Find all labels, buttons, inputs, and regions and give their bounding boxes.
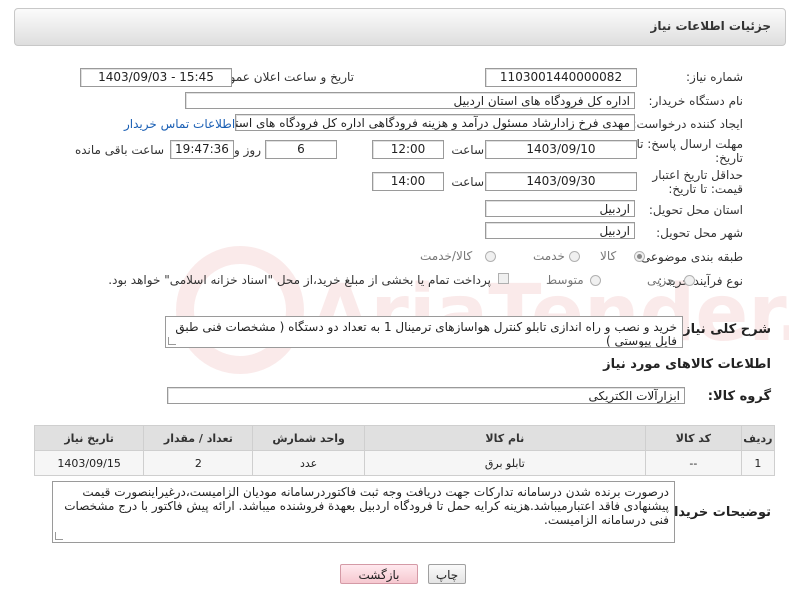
col-quantity: تعداد / مقدار bbox=[143, 425, 254, 451]
need-summary-textarea[interactable]: خرید و نصب و راه اندازی تابلو کنترل هواس… bbox=[165, 316, 683, 348]
reply-time-label: ساعت bbox=[451, 143, 484, 157]
purchase-radio-minor[interactable] bbox=[684, 275, 695, 286]
treasury-payment-note: پرداخت تمام یا بخشی از مبلغ خرید،از محل … bbox=[108, 273, 491, 287]
remaining-label: ساعت باقی مانده bbox=[74, 143, 164, 157]
category-radio-goods[interactable] bbox=[634, 251, 645, 262]
category-radio-both[interactable] bbox=[485, 251, 496, 262]
validity-time-label: ساعت bbox=[451, 175, 484, 189]
buyer-org-label: نام دستگاه خریدار: bbox=[648, 94, 744, 108]
cell-item-code: -- bbox=[645, 450, 742, 476]
validity-time-field[interactable]: 14:00 bbox=[372, 172, 444, 191]
goods-group-field[interactable]: ابزارآلات الکتریکی bbox=[167, 387, 685, 404]
reply-date-field[interactable]: 1403/09/10 bbox=[485, 140, 637, 159]
time-left-field[interactable]: 19:47:36 bbox=[170, 140, 234, 159]
col-row-number: ردیف bbox=[740, 425, 776, 451]
need-number-field[interactable]: 1103001440000082 bbox=[485, 68, 637, 87]
goods-group-label: گروه کالا: bbox=[707, 389, 771, 404]
day-and-label: روز و bbox=[234, 143, 261, 157]
announce-datetime-field[interactable]: 1403/09/03 - 15:45 bbox=[80, 68, 232, 87]
category-radio-service[interactable] bbox=[569, 251, 580, 262]
buyer-org-field[interactable]: اداره کل فرودگاه های استان اردبیل bbox=[185, 92, 635, 109]
reply-time-field[interactable]: 12:00 bbox=[372, 140, 444, 159]
purchase-option-minor: جزیی bbox=[647, 273, 675, 287]
goods-info-heading: اطلاعات کالاهای مورد نیاز bbox=[603, 357, 771, 372]
price-validity-label: حداقل تاریخ اعتبار قیمت: تا تاریخ: bbox=[652, 168, 743, 196]
requester-label: ایجاد کننده درخواست: bbox=[632, 117, 743, 131]
cell-unit: عدد bbox=[252, 450, 365, 476]
cell-need-date: 1403/09/15 bbox=[33, 450, 145, 476]
table-row[interactable]: 1 -- تابلو برق عدد 2 1403/09/15 bbox=[33, 450, 776, 476]
need-summary-label: شرح کلی نیاز: bbox=[677, 322, 771, 337]
city-field[interactable]: اردبیل bbox=[485, 222, 635, 239]
reply-deadline-label: مهلت ارسال پاسخ: تا تاریخ: bbox=[636, 137, 743, 165]
page-title: جزئیات اطلاعات نیاز bbox=[650, 19, 771, 33]
category-option-both: کالا/خدمت bbox=[420, 249, 473, 263]
delivery-city-label: شهر محل تحویل: bbox=[656, 226, 743, 240]
category-label: طبقه بندی موضوعی: bbox=[636, 250, 743, 264]
delivery-province-label: استان محل تحویل: bbox=[648, 203, 743, 217]
col-need-date: تاریخ نیاز bbox=[33, 425, 145, 451]
purchase-radio-medium[interactable] bbox=[590, 275, 601, 286]
category-option-service: خدمت bbox=[533, 249, 565, 263]
buyer-notes-textarea[interactable]: درصورت برنده شدن درسامانه تدارکات جهت در… bbox=[52, 481, 675, 543]
col-unit: واحد شمارش bbox=[252, 425, 365, 451]
goods-table: ردیف کد کالا نام کالا واحد شمارش تعداد /… bbox=[33, 425, 776, 476]
col-item-code: کد کالا bbox=[645, 425, 742, 451]
buyer-notes-label: توضیحات خریدار: bbox=[661, 505, 771, 520]
cell-row-number: 1 bbox=[740, 450, 776, 476]
treasury-payment-checkbox[interactable] bbox=[498, 273, 509, 284]
cell-item-name: تابلو برق bbox=[363, 450, 647, 476]
category-option-goods: کالا bbox=[600, 249, 617, 263]
need-summary-text: خرید و نصب و راه اندازی تابلو کنترل هواس… bbox=[175, 320, 677, 348]
back-button[interactable]: بازگشت bbox=[340, 564, 418, 584]
requester-field[interactable]: مهدی فرخ زادارشاد مسئول درآمد و هزینه فر… bbox=[235, 114, 635, 131]
purchase-option-medium: متوسط bbox=[546, 273, 584, 287]
resize-handle-icon[interactable] bbox=[168, 337, 176, 345]
days-left-field[interactable]: 6 bbox=[265, 140, 337, 159]
buyer-notes-text: درصورت برنده شدن درسامانه تدارکات جهت در… bbox=[64, 485, 669, 527]
need-number-label: شماره نیاز: bbox=[686, 70, 743, 84]
validity-date-field[interactable]: 1403/09/30 bbox=[485, 172, 637, 191]
buyer-contact-link[interactable]: اطلاعات تماس خریدار bbox=[124, 117, 235, 131]
details-panel-header: جزئیات اطلاعات نیاز bbox=[14, 8, 786, 46]
resize-handle-icon[interactable] bbox=[55, 532, 63, 540]
province-field[interactable]: اردبیل bbox=[485, 200, 635, 217]
col-item-name: نام کالا bbox=[363, 425, 647, 451]
goods-table-header: ردیف کد کالا نام کالا واحد شمارش تعداد /… bbox=[33, 425, 776, 451]
print-button[interactable]: چاپ bbox=[428, 564, 466, 584]
cell-quantity: 2 bbox=[143, 450, 254, 476]
